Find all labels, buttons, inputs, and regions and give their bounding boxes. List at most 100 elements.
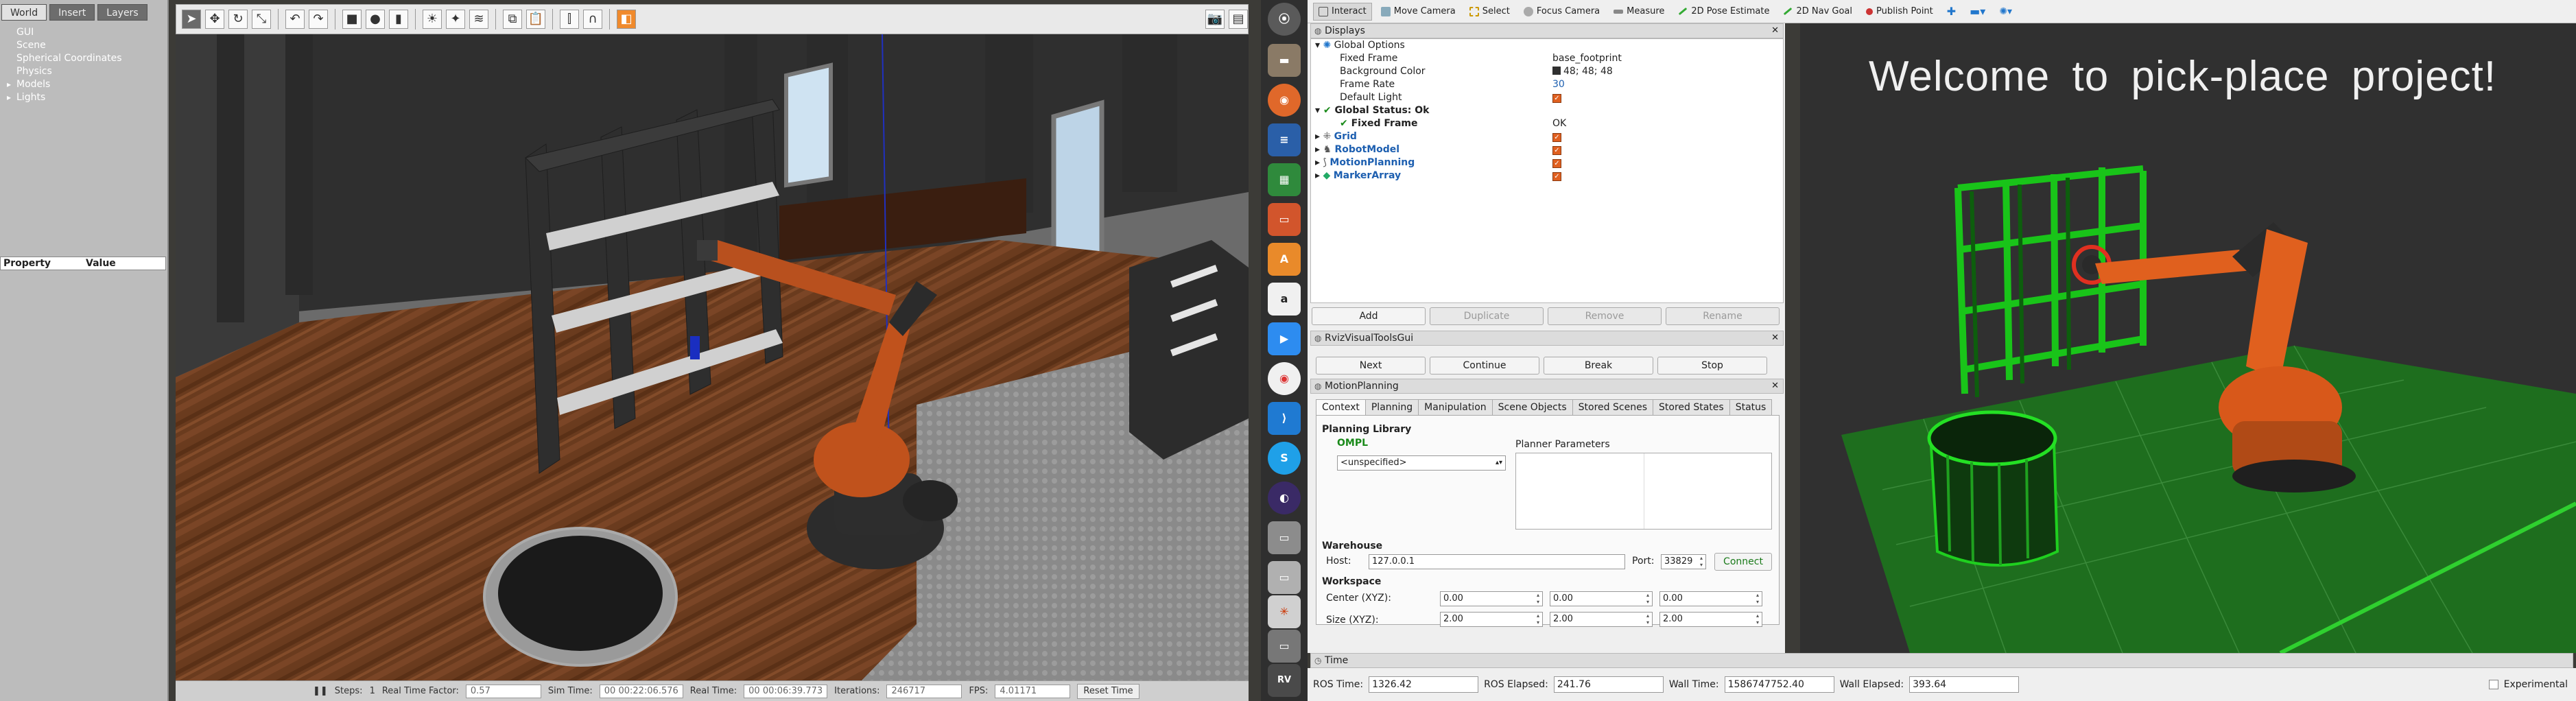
usb-icon[interactable]: ▭ [1268, 630, 1301, 663]
sphere-shape-icon[interactable]: ● [366, 10, 385, 29]
steps-value[interactable]: 1 [370, 686, 375, 696]
robot-model-row[interactable]: ▸ ♞ RobotModel ✓ [1311, 143, 1777, 156]
chrome-icon[interactable]: ◉ [1268, 362, 1301, 395]
writer-icon[interactable]: ≡ [1268, 123, 1301, 156]
files-icon[interactable]: ▬ [1268, 44, 1301, 77]
drive-icon[interactable]: ▭ [1268, 521, 1301, 554]
tab-planning[interactable]: Planning [1364, 399, 1419, 416]
motion-planning-checkbox[interactable]: ✓ [1552, 159, 1561, 168]
marker-array-row[interactable]: ▸ ◆ MarkerArray ✓ [1311, 169, 1777, 182]
marker-array-checkbox[interactable]: ✓ [1552, 172, 1561, 181]
fixed-frame-row[interactable]: Fixed Frame base_footprint [1311, 52, 1777, 65]
background-color-row[interactable]: Background Color 48; 48; 48 [1311, 65, 1777, 78]
select-mode-icon[interactable]: ➤ [182, 10, 201, 29]
close-icon[interactable]: ✕ [1771, 24, 1779, 38]
skype-icon[interactable]: S [1268, 442, 1301, 475]
pose-estimate-tool[interactable]: 2D Pose Estimate [1673, 3, 1774, 21]
select-tool[interactable]: Select [1465, 3, 1515, 21]
log-icon[interactable]: ▤ [1229, 10, 1248, 29]
publish-point-tool[interactable]: Publish Point [1861, 3, 1938, 21]
tree-item-spherical[interactable]: Spherical Coordinates [5, 52, 163, 65]
close-icon[interactable]: ✕ [1771, 379, 1779, 393]
grid-checkbox[interactable]: ✓ [1552, 133, 1561, 142]
next-button[interactable]: Next [1316, 357, 1426, 375]
rename-button[interactable]: Rename [1666, 307, 1780, 325]
default-light-row[interactable]: Default Light ✓ [1311, 91, 1777, 104]
gazebo-3d-view[interactable] [176, 34, 1249, 680]
tree-item-models[interactable]: Models [5, 78, 163, 91]
tab-insert[interactable]: Insert [49, 4, 95, 21]
nav-goal-tool[interactable]: 2D Nav Goal [1778, 3, 1857, 21]
tree-item-gui[interactable]: GUI [5, 26, 163, 39]
paste-icon[interactable]: 📋 [526, 10, 545, 29]
disk-icon[interactable]: ▭ [1268, 561, 1301, 594]
focus-camera-tool[interactable]: Focus Camera [1519, 3, 1605, 21]
tab-layers[interactable]: Layers [97, 4, 147, 21]
tree-item-scene[interactable]: Scene [5, 39, 163, 52]
global-options-row[interactable]: ▾ ✺ Global Options [1311, 39, 1777, 52]
spot-light-icon[interactable]: ✦ [446, 10, 465, 29]
remove-tool-button[interactable]: ▬▾ [1965, 3, 1990, 21]
duplicate-button[interactable]: Duplicate [1430, 307, 1544, 325]
tab-manipulation[interactable]: Manipulation [1418, 399, 1493, 416]
default-light-checkbox[interactable]: ✓ [1552, 94, 1561, 103]
fixed-frame-value[interactable]: base_footprint [1552, 52, 1622, 65]
eclipse-icon[interactable]: ◐ [1268, 482, 1301, 514]
scale-mode-icon[interactable]: ⤡ [252, 10, 271, 29]
stop-button[interactable]: Stop [1657, 357, 1767, 375]
planner-select[interactable]: <unspecified> ▴▾ [1337, 455, 1506, 471]
break-button[interactable]: Break [1544, 357, 1653, 375]
firefox-icon[interactable]: ◉ [1268, 84, 1301, 117]
global-status-row[interactable]: ▾ ✔ Global Status: Ok [1311, 104, 1777, 117]
add-button[interactable]: Add [1312, 307, 1426, 325]
center-x-input[interactable]: 0.00 [1440, 591, 1543, 606]
tab-status[interactable]: Status [1729, 399, 1773, 416]
rviz-3d-view[interactable]: Welcome to pick-place project! [1800, 23, 2576, 653]
connect-button[interactable]: Connect [1714, 553, 1772, 571]
calc-icon[interactable]: ▦ [1268, 163, 1301, 196]
continue-button[interactable]: Continue [1430, 357, 1539, 375]
rotate-mode-icon[interactable]: ↻ [228, 10, 248, 29]
align-icon[interactable]: ⫿ [560, 10, 579, 29]
tab-context[interactable]: Context [1316, 399, 1366, 416]
bg-color-value[interactable]: 48; 48; 48 [1563, 66, 1613, 77]
view-angle-icon[interactable]: ◧ [617, 10, 636, 29]
interact-tool[interactable]: Interact [1313, 2, 1372, 21]
tree-item-physics[interactable]: Physics [5, 65, 163, 78]
zoom-icon[interactable]: ▶ [1268, 322, 1301, 355]
center-y-input[interactable]: 0.00 [1550, 591, 1653, 606]
cylinder-shape-icon[interactable]: ▮ [389, 10, 408, 29]
translate-mode-icon[interactable]: ✥ [205, 10, 224, 29]
frame-rate-value[interactable]: 30 [1552, 78, 1565, 91]
point-light-icon[interactable]: ☀ [423, 10, 442, 29]
status-fixed-frame-row[interactable]: ✔ Fixed Frame OK [1311, 117, 1777, 130]
rviz-icon[interactable]: ⦿ [1268, 3, 1301, 36]
software-icon[interactable]: A [1268, 243, 1301, 276]
grid-row[interactable]: ▸ ⁜ Grid ✓ [1311, 130, 1777, 143]
tree-item-lights[interactable]: Lights [5, 91, 163, 104]
add-tool-button[interactable]: ✚ [1942, 3, 1961, 21]
center-z-input[interactable]: 0.00 [1659, 591, 1762, 606]
pause-icon[interactable]: ❚❚ [313, 686, 328, 696]
port-input[interactable]: 33829 [1661, 554, 1706, 569]
box-shape-icon[interactable]: ■ [342, 10, 362, 29]
tab-scene-objects[interactable]: Scene Objects [1491, 399, 1573, 416]
snap-icon[interactable]: ∩ [583, 10, 602, 29]
planner-params-table[interactable] [1515, 453, 1772, 530]
gazebo-icon[interactable]: ✳ [1268, 595, 1301, 628]
move-camera-tool[interactable]: Move Camera [1376, 3, 1461, 21]
tab-stored-scenes[interactable]: Stored Scenes [1572, 399, 1653, 416]
undo-icon[interactable]: ↶ [285, 10, 305, 29]
rviz2-icon[interactable]: RV [1268, 664, 1301, 697]
directional-light-icon[interactable]: ≋ [469, 10, 488, 29]
remove-button[interactable]: Remove [1548, 307, 1662, 325]
reset-time-button[interactable]: Reset Time [1077, 683, 1139, 699]
measure-tool[interactable]: Measure [1609, 3, 1669, 21]
redo-icon[interactable]: ↷ [309, 10, 328, 29]
vscode-icon[interactable]: ⟩ [1268, 402, 1301, 435]
copy-icon[interactable]: ⧉ [503, 10, 522, 29]
experimental-checkbox[interactable] [2488, 680, 2498, 689]
host-input[interactable]: 127.0.0.1 [1369, 554, 1625, 569]
size-z-input[interactable]: 2.00 [1659, 612, 1762, 627]
close-icon[interactable]: ✕ [1771, 331, 1779, 345]
